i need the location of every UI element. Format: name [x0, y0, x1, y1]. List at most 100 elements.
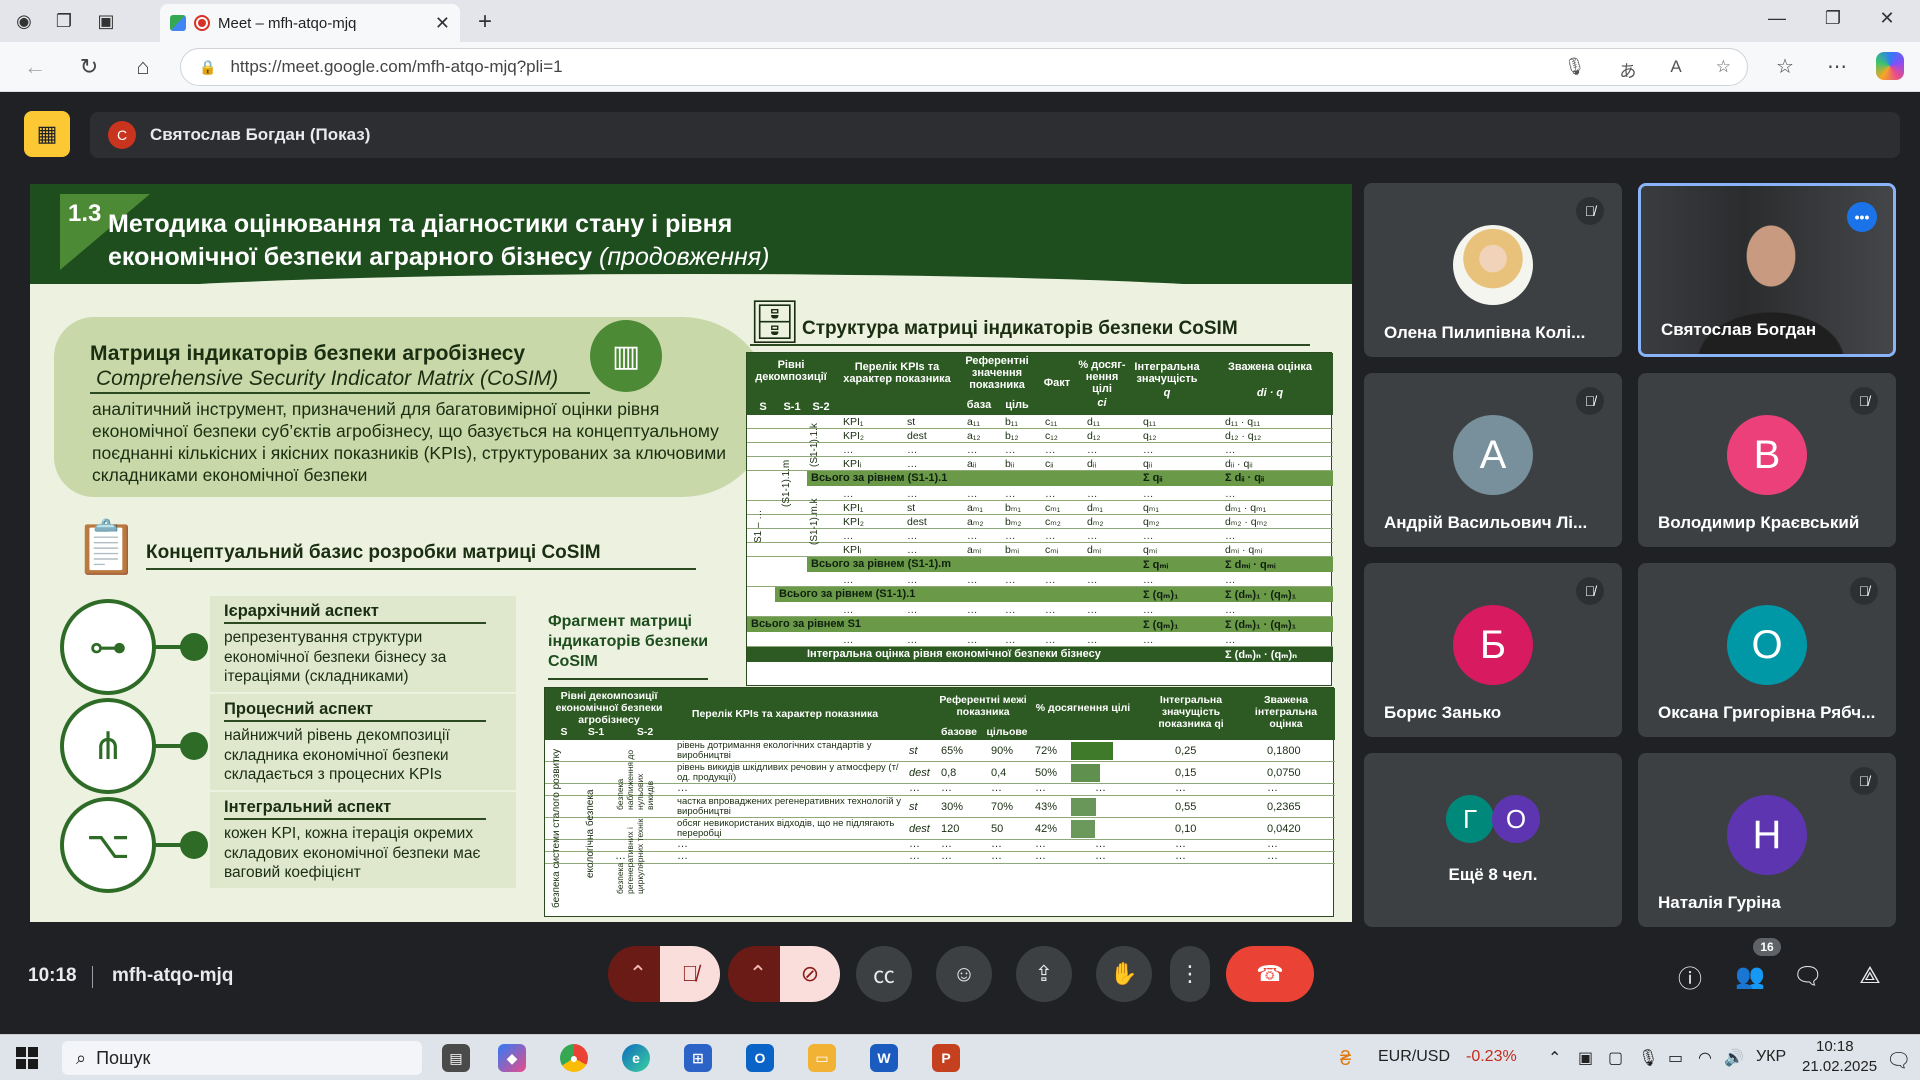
battery-icon[interactable]: ▭: [1668, 1048, 1683, 1068]
more-menu-icon[interactable]: ⋯: [1822, 54, 1852, 79]
copilot-app-icon[interactable]: ◆: [498, 1044, 526, 1072]
stop-presenting-icon[interactable]: ▦: [24, 111, 70, 157]
matrix-cell: …: [1087, 574, 1098, 586]
workspaces-icon[interactable]: ❐: [50, 8, 78, 34]
matrix-cell: a₁₁: [967, 416, 980, 428]
reactions-button[interactable]: ☺: [936, 946, 992, 1002]
close-window-button[interactable]: ✕: [1872, 8, 1902, 29]
matrix-cell: dₘᵢ · qₘᵢ: [1225, 544, 1263, 556]
video-options-button[interactable]: ⌃: [728, 946, 788, 1002]
close-tab-icon[interactable]: ✕: [435, 13, 450, 34]
outlook-icon[interactable]: O: [746, 1044, 774, 1072]
audio-options-button[interactable]: ⌃: [608, 946, 668, 1002]
tab-actions-icon[interactable]: ▣: [92, 8, 120, 34]
chat-button[interactable]: 🗨: [1792, 960, 1824, 992]
start-button[interactable]: [16, 1047, 38, 1069]
favorite-star-icon[interactable]: ☆: [1716, 57, 1731, 82]
participant-tile[interactable]: Н 🎙̸ Наталія Гуріна: [1638, 753, 1896, 927]
browser-tab-strip: ◉ ❐ ▣ Meet – mfh-atqo-mjq ✕ + — ❐ ✕: [0, 0, 1920, 42]
powerpoint-icon[interactable]: P: [932, 1044, 960, 1072]
raise-hand-button[interactable]: ✋: [1096, 946, 1152, 1002]
definition-body: аналітичний інструмент, призначений для …: [92, 399, 727, 485]
mic-toggle-button[interactable]: 🎙̸: [660, 946, 720, 1002]
edge-icon[interactable]: e: [622, 1044, 650, 1072]
participant-tile[interactable]: В 🎙̸ Володимир Краєвський: [1638, 373, 1896, 547]
matrix-cell: …: [1143, 574, 1154, 586]
browser-tab-meet[interactable]: Meet – mfh-atqo-mjq ✕: [160, 4, 460, 42]
slide-title: Методика оцінювання та діагностики стану…: [108, 208, 868, 274]
matrix-cell: bₘᵢ: [1005, 544, 1020, 556]
more-participants-label: Ещё 8 чел.: [1448, 865, 1538, 884]
leave-call-button[interactable]: ☎: [1226, 946, 1314, 1002]
microphone-icon[interactable]: 🎙: [1564, 57, 1586, 82]
favorites-icon[interactable]: ☆: [1770, 54, 1800, 79]
presenter-avatar: С: [108, 121, 136, 149]
matrix-cell: …: [1045, 488, 1056, 500]
participant-tile-active-speaker[interactable]: ••• Святослав Богдан: [1638, 183, 1896, 357]
camera-tray-icon[interactable]: ▢: [1608, 1048, 1623, 1068]
mic-off-icon: 🎙̸: [1850, 387, 1878, 415]
matrix-cell: …: [1045, 530, 1056, 542]
volume-icon[interactable]: 🔊: [1724, 1048, 1744, 1068]
matrix-cell: dest: [907, 430, 927, 442]
presenter-bar: С Святослав Богдан (Показ): [90, 112, 1900, 158]
matrix-cell: …: [1143, 604, 1154, 616]
participant-tile[interactable]: 🎙̸ Олена Пилипівна Колі...: [1364, 183, 1622, 357]
reload-button[interactable]: ↻: [74, 54, 104, 80]
taskbar-time[interactable]: 10:18: [1816, 1038, 1854, 1055]
participant-tile[interactable]: А 🎙̸ Андрій Васильович Лі...: [1364, 373, 1622, 547]
participant-tile[interactable]: О 🎙̸ Оксана Григорівна Рябч...: [1638, 563, 1896, 737]
notifications-icon[interactable]: 🗨: [1886, 1048, 1911, 1073]
minimize-button[interactable]: —: [1762, 8, 1792, 29]
chrome-icon[interactable]: ●: [560, 1044, 588, 1072]
matrix-cell: …: [1005, 530, 1016, 542]
word-icon[interactable]: W: [870, 1044, 898, 1072]
ellipsis-cell: …: [909, 838, 920, 850]
matrix-cell: dₘᵢ: [1087, 544, 1102, 556]
teams-tray-icon[interactable]: ▣: [1578, 1048, 1593, 1068]
kpi-name: частка впроваджених регенеративних техно…: [677, 796, 901, 817]
activities-button[interactable]: ⟁: [1854, 960, 1886, 992]
taskbar-date[interactable]: 21.02.2025: [1802, 1058, 1877, 1075]
wifi-icon[interactable]: ◠: [1698, 1048, 1712, 1068]
frag-vert-s: безпека системи сталого розвитку: [551, 748, 562, 908]
more-options-button[interactable]: ⋮: [1170, 946, 1210, 1002]
ticker-name[interactable]: EUR/USD: [1378, 1048, 1450, 1066]
back-button[interactable]: ←: [20, 54, 50, 80]
store-icon[interactable]: ⊞: [684, 1044, 712, 1072]
language-indicator[interactable]: УКР: [1756, 1048, 1786, 1066]
mic-tray-icon[interactable]: 🎙: [1638, 1048, 1658, 1068]
tray-expand-icon[interactable]: ⌃: [1548, 1048, 1561, 1068]
url-bar[interactable]: 🔒 https://meet.google.com/mfh-atqo-mjq?p…: [180, 48, 1748, 86]
file-explorer-icon[interactable]: ▭: [808, 1044, 836, 1072]
translate-icon[interactable]: あ: [1619, 57, 1636, 82]
ellipsis-cell: …: [1267, 850, 1278, 862]
home-button[interactable]: ⌂: [128, 54, 158, 80]
activities-icon: ⟁: [1859, 962, 1881, 989]
more-participants-tile[interactable]: Г О Ещё 8 чел.: [1364, 753, 1622, 927]
people-button[interactable]: 👥: [1734, 960, 1766, 992]
meeting-info-button[interactable]: ⓘ: [1674, 960, 1706, 993]
aspect-dot: [180, 633, 208, 661]
kpi-pct: 72%: [1035, 745, 1058, 757]
camera-toggle-button[interactable]: ⊘: [780, 946, 840, 1002]
site-info-icon[interactable]: 🔒: [199, 59, 216, 76]
ellipsis-cell: …: [991, 850, 1002, 862]
profile-icon[interactable]: ◉: [10, 8, 38, 34]
captions-button[interactable]: ㏄: [856, 946, 912, 1002]
participant-tile[interactable]: Б 🎙̸ Борис Занько: [1364, 563, 1622, 737]
maximize-button[interactable]: ❐: [1818, 8, 1848, 29]
matrix-cell: …: [1225, 574, 1236, 586]
new-tab-button[interactable]: +: [478, 8, 492, 36]
read-aloud-icon[interactable]: A: [1670, 57, 1681, 82]
matrix-cell: …: [1087, 634, 1098, 646]
taskbar-search[interactable]: ⌕ Пошук: [62, 1041, 422, 1075]
matrix-cell: aₘᵢ: [967, 544, 982, 556]
header-pct: % досяг-нення цілі: [1078, 359, 1126, 395]
tab-title: Meet – mfh-atqo-mjq: [218, 14, 357, 32]
recording-icon: [194, 15, 210, 31]
structure-title: Структура матриці індикаторів безпеки Co…: [802, 318, 1238, 339]
task-view-icon[interactable]: ▤: [442, 1044, 470, 1072]
copilot-icon[interactable]: [1876, 52, 1904, 80]
present-screen-button[interactable]: ⇪: [1016, 946, 1072, 1002]
